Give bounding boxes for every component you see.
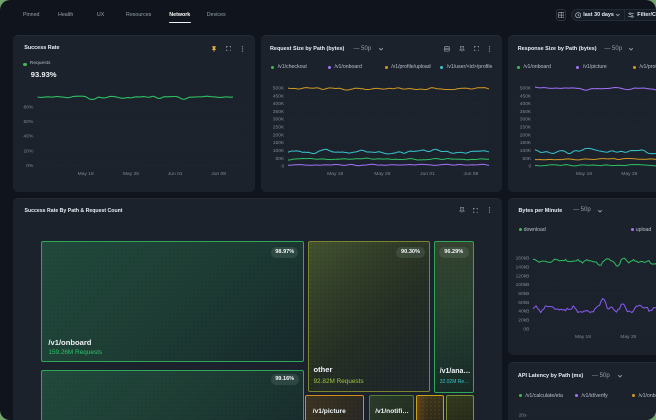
svg-text:350K: 350K (273, 108, 285, 114)
svg-text:100K: 100K (273, 148, 285, 154)
svg-text:Jun 01: Jun 01 (420, 171, 435, 177)
svg-text:0%: 0% (26, 163, 34, 169)
svg-text:Jun 01: Jun 01 (168, 171, 183, 177)
svg-text:60kB: 60kB (518, 300, 529, 306)
svg-text:500K: 500K (520, 85, 532, 91)
svg-text:400K: 400K (520, 101, 532, 107)
svg-text:May 18: May 18 (576, 171, 592, 177)
svg-text:20%: 20% (24, 148, 34, 154)
svg-text:120kB: 120kB (516, 273, 530, 279)
svg-text:450K: 450K (520, 93, 532, 99)
svg-text:80kB: 80kB (518, 291, 529, 297)
svg-text:300K: 300K (273, 116, 285, 122)
svg-text:200K: 200K (520, 132, 532, 138)
svg-text:400K: 400K (273, 101, 285, 107)
svg-text:20kB: 20kB (518, 317, 529, 323)
svg-text:May 25: May 25 (374, 171, 390, 177)
svg-text:May 18: May 18 (78, 171, 94, 177)
svg-text:0B: 0B (523, 326, 529, 332)
svg-text:160kB: 160kB (516, 256, 530, 262)
svg-text:140kB: 140kB (516, 264, 530, 270)
svg-text:500K: 500K (273, 85, 285, 91)
svg-text:May 25: May 25 (123, 171, 139, 177)
svg-text:May 25: May 25 (620, 334, 636, 340)
svg-text:May 25: May 25 (621, 171, 637, 177)
svg-text:450K: 450K (273, 93, 285, 99)
svg-text:40kB: 40kB (518, 309, 529, 315)
svg-text:50K: 50K (522, 155, 531, 161)
svg-text:80%: 80% (24, 104, 34, 110)
svg-text:150K: 150K (273, 140, 285, 146)
svg-text:May 18: May 18 (327, 171, 343, 177)
svg-text:100kB: 100kB (516, 282, 530, 288)
svg-text:40%: 40% (24, 133, 34, 139)
svg-text:250K: 250K (520, 124, 532, 130)
svg-text:200K: 200K (273, 132, 285, 138)
svg-text:0: 0 (528, 163, 531, 169)
svg-text:0: 0 (281, 163, 284, 169)
svg-text:50K: 50K (275, 155, 284, 161)
svg-text:20s: 20s (519, 412, 527, 418)
svg-text:350K: 350K (520, 108, 532, 114)
svg-text:250K: 250K (273, 124, 285, 130)
svg-text:100K: 100K (520, 148, 532, 154)
svg-text:60%: 60% (24, 119, 34, 125)
svg-text:300K: 300K (520, 116, 532, 122)
svg-text:May 18: May 18 (575, 334, 591, 340)
svg-text:Jun 08: Jun 08 (464, 171, 479, 177)
svg-text:150K: 150K (520, 140, 532, 146)
svg-text:Jun 08: Jun 08 (211, 171, 226, 177)
